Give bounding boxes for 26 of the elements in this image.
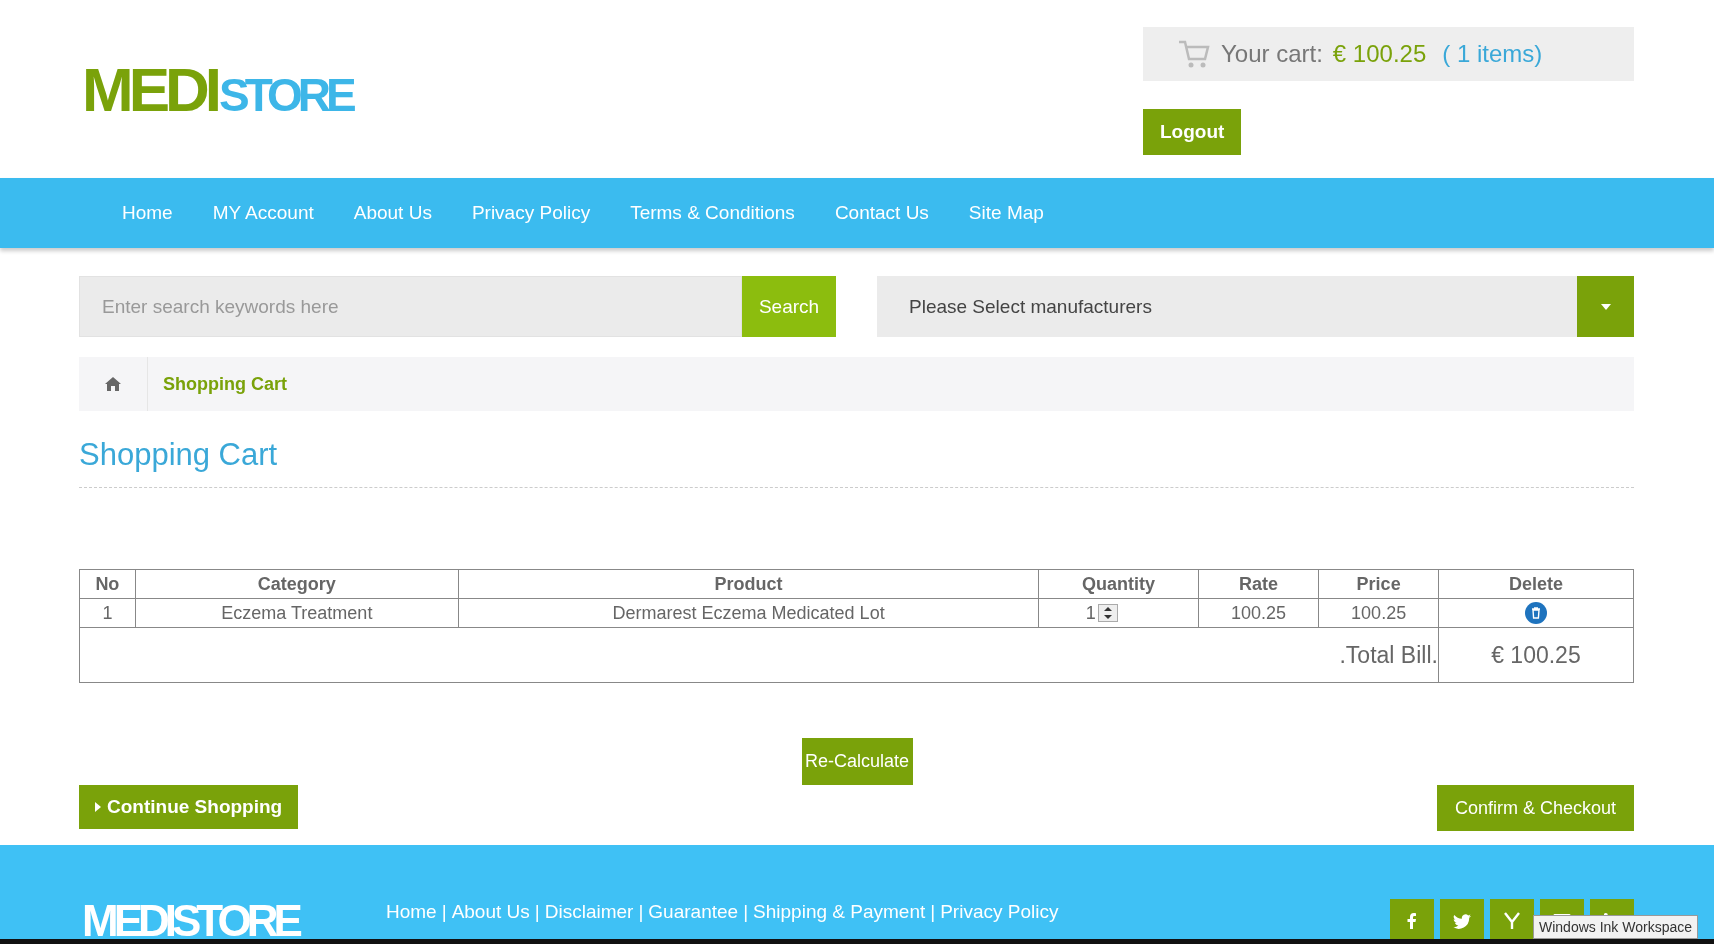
cart-total: € 100.25 xyxy=(1332,40,1427,68)
table-cell: Eczema Treatment xyxy=(135,598,459,628)
page-title: Shopping Cart xyxy=(79,437,1634,488)
separator: | xyxy=(440,900,448,924)
column-header: Product xyxy=(458,569,1039,599)
table-cell: 100.25 xyxy=(1198,598,1319,628)
separator: | xyxy=(533,900,541,924)
table-cell: Dermarest Eczema Medicated Lot xyxy=(458,598,1039,628)
separator: | xyxy=(929,900,937,924)
separator: | xyxy=(742,900,750,924)
column-header: Delete xyxy=(1438,569,1634,599)
tooltip: Windows Ink Workspace xyxy=(1533,915,1698,939)
column-header: Category xyxy=(135,569,459,599)
footer-logo: MEDISTORE xyxy=(82,899,300,944)
column-header: Price xyxy=(1318,569,1439,599)
total-label: .Total Bill. xyxy=(79,627,1439,683)
total-value: € 100.25 xyxy=(1438,627,1634,683)
breadcrumb-current: Shopping Cart xyxy=(163,373,287,395)
column-header: No xyxy=(79,569,136,599)
separator: | xyxy=(637,900,645,924)
cart-label: Your cart: xyxy=(1221,40,1323,68)
column-header: Rate xyxy=(1198,569,1319,599)
table-cell: 1 xyxy=(79,598,136,628)
table-cell: 100.25 xyxy=(1318,598,1439,628)
cart-count: ( 1 items) xyxy=(1442,40,1543,68)
column-header: Quantity xyxy=(1038,569,1199,599)
